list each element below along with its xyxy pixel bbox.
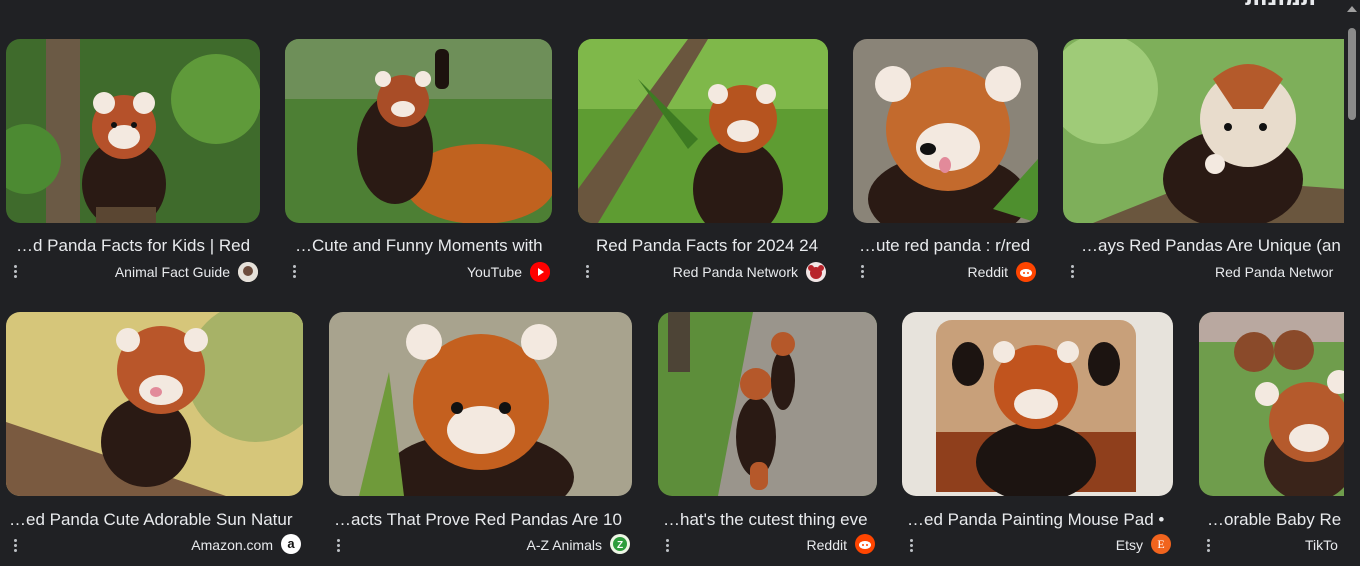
- result-source[interactable]: A-Z Animals: [527, 536, 602, 554]
- reddit-icon: [855, 534, 875, 554]
- result-source[interactable]: Animal Fact Guide: [115, 263, 230, 281]
- az-animals-icon: Z: [610, 534, 630, 554]
- more-options-button[interactable]: [14, 539, 18, 554]
- more-options-button[interactable]: [586, 265, 590, 280]
- more-options-button[interactable]: [293, 265, 297, 280]
- more-options-button[interactable]: [14, 265, 18, 280]
- image-result-card[interactable]: …Cute and Funny Moments with YouTube: [285, 39, 552, 289]
- result-source[interactable]: Etsy: [1116, 536, 1143, 554]
- red-panda-network-icon: [806, 262, 826, 282]
- result-thumbnail[interactable]: [6, 39, 260, 223]
- result-title[interactable]: …d Panda Facts for Kids | Red: [16, 236, 260, 256]
- scroll-up-icon[interactable]: [1347, 6, 1357, 12]
- result-title[interactable]: …orable Baby Re: [1207, 510, 1345, 530]
- result-title[interactable]: …acts That Prove Red Pandas Are 10: [334, 510, 632, 530]
- more-options-button[interactable]: [1071, 265, 1075, 280]
- image-result-card[interactable]: Red Panda Facts for 2024 24 Red Panda Ne…: [578, 39, 828, 289]
- result-source[interactable]: YouTube: [467, 263, 522, 281]
- image-result-card[interactable]: …orable Baby Re TikTo: [1199, 312, 1345, 566]
- amazon-icon: a: [281, 534, 301, 554]
- etsy-icon: E: [1151, 534, 1171, 554]
- image-result-card[interactable]: …hat's the cutest thing eve Reddit: [658, 312, 877, 566]
- result-thumbnail[interactable]: [658, 312, 877, 496]
- section-heading: תמונות: [1245, 0, 1316, 11]
- image-result-card[interactable]: …ute red panda : r/red Reddit: [853, 39, 1038, 289]
- reddit-icon: [1016, 262, 1036, 282]
- result-source[interactable]: Amazon.com: [191, 536, 273, 554]
- scrollbar-thumb[interactable]: [1348, 28, 1356, 120]
- image-result-card[interactable]: …d Panda Facts for Kids | Red Animal Fac…: [6, 39, 260, 289]
- result-source[interactable]: Red Panda Network: [673, 263, 798, 281]
- svg-text:E: E: [1157, 537, 1164, 551]
- page-scrollbar[interactable]: [1344, 0, 1360, 566]
- result-thumbnail[interactable]: [853, 39, 1038, 223]
- result-thumbnail[interactable]: [902, 312, 1173, 496]
- youtube-icon: [530, 262, 550, 282]
- animal-fact-guide-icon: [238, 262, 258, 282]
- result-source[interactable]: Reddit: [807, 536, 847, 554]
- more-options-button[interactable]: [337, 539, 341, 554]
- result-title[interactable]: …Cute and Funny Moments with: [295, 236, 552, 256]
- result-title[interactable]: …ed Panda Painting Mouse Pad •: [907, 510, 1173, 530]
- result-title[interactable]: …ed Panda Cute Adorable Sun Natur: [9, 510, 303, 530]
- result-source[interactable]: Reddit: [968, 263, 1008, 281]
- result-thumbnail[interactable]: [1063, 39, 1345, 223]
- result-title[interactable]: …ays Red Pandas Are Unique (an: [1081, 236, 1345, 256]
- image-result-card[interactable]: …ays Red Pandas Are Unique (an Red Panda…: [1063, 39, 1345, 289]
- more-options-button[interactable]: [666, 539, 670, 554]
- more-options-button[interactable]: [861, 265, 865, 280]
- svg-text:Z: Z: [617, 540, 623, 551]
- svg-text:a: a: [287, 536, 295, 551]
- result-title[interactable]: Red Panda Facts for 2024 24: [596, 236, 828, 256]
- result-title[interactable]: …ute red panda : r/red: [859, 236, 1038, 256]
- result-title[interactable]: …hat's the cutest thing eve: [663, 510, 877, 530]
- image-result-card[interactable]: …ed Panda Cute Adorable Sun Natur Amazon…: [6, 312, 303, 566]
- result-thumbnail[interactable]: [1199, 312, 1345, 496]
- result-source[interactable]: TikTo: [1305, 536, 1345, 554]
- image-result-card[interactable]: …acts That Prove Red Pandas Are 10 A-Z A…: [329, 312, 632, 566]
- result-thumbnail[interactable]: [578, 39, 828, 223]
- more-options-button[interactable]: [1207, 539, 1211, 554]
- result-thumbnail[interactable]: [6, 312, 303, 496]
- result-source[interactable]: Red Panda Networ: [1215, 263, 1345, 281]
- more-options-button[interactable]: [910, 539, 914, 554]
- result-thumbnail[interactable]: [285, 39, 552, 223]
- image-result-card[interactable]: …ed Panda Painting Mouse Pad • Etsy E: [902, 312, 1173, 566]
- result-thumbnail[interactable]: [329, 312, 632, 496]
